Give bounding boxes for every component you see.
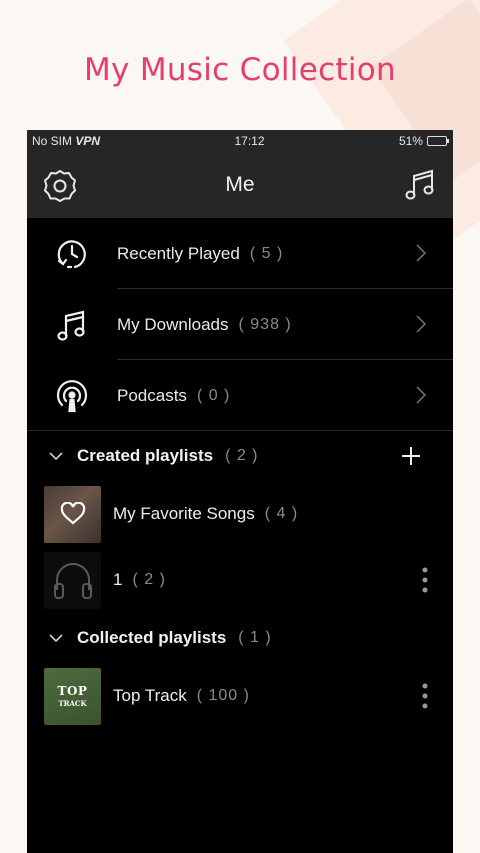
menu-item-podcasts[interactable]: Podcasts ( 0 ) [27,360,453,431]
chevron-right-icon [416,315,427,333]
chevron-down-icon [49,452,63,461]
menu-count: ( 5 ) [249,244,284,262]
section-collected-playlists[interactable]: Collected playlists ( 1 ) [27,613,453,663]
podcast-icon [27,378,117,414]
status-bar: No SIM VPN 17:12 51% [27,130,453,152]
playlist-count: ( 100 ) [196,687,250,704]
more-options-icon[interactable] [422,567,428,593]
carrier-label: No SIM [32,134,73,148]
section-title: Created playlists [77,446,214,465]
menu-label: My Downloads [117,314,229,334]
page-title: Me [225,173,255,196]
playlist-row[interactable]: TOP TRACK Top Track ( 100 ) [27,663,453,729]
section-title: Collected playlists [77,628,227,647]
status-time: 17:12 [234,134,265,148]
battery-icon [426,136,449,146]
playlist-thumbnail [44,551,101,609]
playlist-name: My Favorite Songs [113,504,255,523]
playlist-name: 1 [113,570,123,589]
playlist-cover: TOP TRACK [44,667,101,725]
promo-title: My Music Collection [83,52,397,88]
chevron-right-icon [416,386,427,404]
add-playlist-icon[interactable] [401,446,421,466]
menu-count: ( 0 ) [196,386,231,404]
section-count: ( 1 ) [238,629,272,646]
section-count: ( 2 ) [225,447,259,464]
playlist-row[interactable]: 1 ( 2 ) [27,547,453,613]
chevron-right-icon [416,244,427,262]
headphones-icon [53,563,92,599]
cover-text-line1: TOP [57,684,88,698]
music-note-icon[interactable] [403,168,437,202]
header-bar: Me [27,152,453,218]
vpn-label: VPN [75,134,101,148]
playlist-count: ( 4 ) [264,505,299,522]
phone-screen: No SIM VPN 17:12 51% Me Recently Played … [27,130,453,853]
menu-count: ( 938 ) [238,315,292,333]
menu-label: Recently Played [117,243,240,263]
section-created-playlists[interactable]: Created playlists ( 2 ) [27,431,453,481]
settings-gear-icon[interactable] [43,169,77,203]
chevron-down-icon [49,634,63,643]
playlist-thumbnail [44,485,101,543]
cover-text-line2: TRACK [58,699,87,708]
battery-status: 51% [398,134,449,148]
heart-icon [60,502,85,525]
playlist-row[interactable]: My Favorite Songs ( 4 ) [27,481,453,547]
carrier-info: No SIM VPN [32,134,100,148]
more-options-icon[interactable] [422,683,428,709]
menu-item-recently-played[interactable]: Recently Played ( 5 ) [27,218,453,289]
battery-percent: 51% [398,134,423,148]
playlist-name: Top Track [113,686,187,705]
recent-clock-icon [27,236,117,272]
menu-item-my-downloads[interactable]: My Downloads ( 938 ) [27,289,453,360]
playlist-count: ( 2 ) [132,571,166,588]
music-note-icon [27,307,117,343]
menu-label: Podcasts [117,385,187,405]
